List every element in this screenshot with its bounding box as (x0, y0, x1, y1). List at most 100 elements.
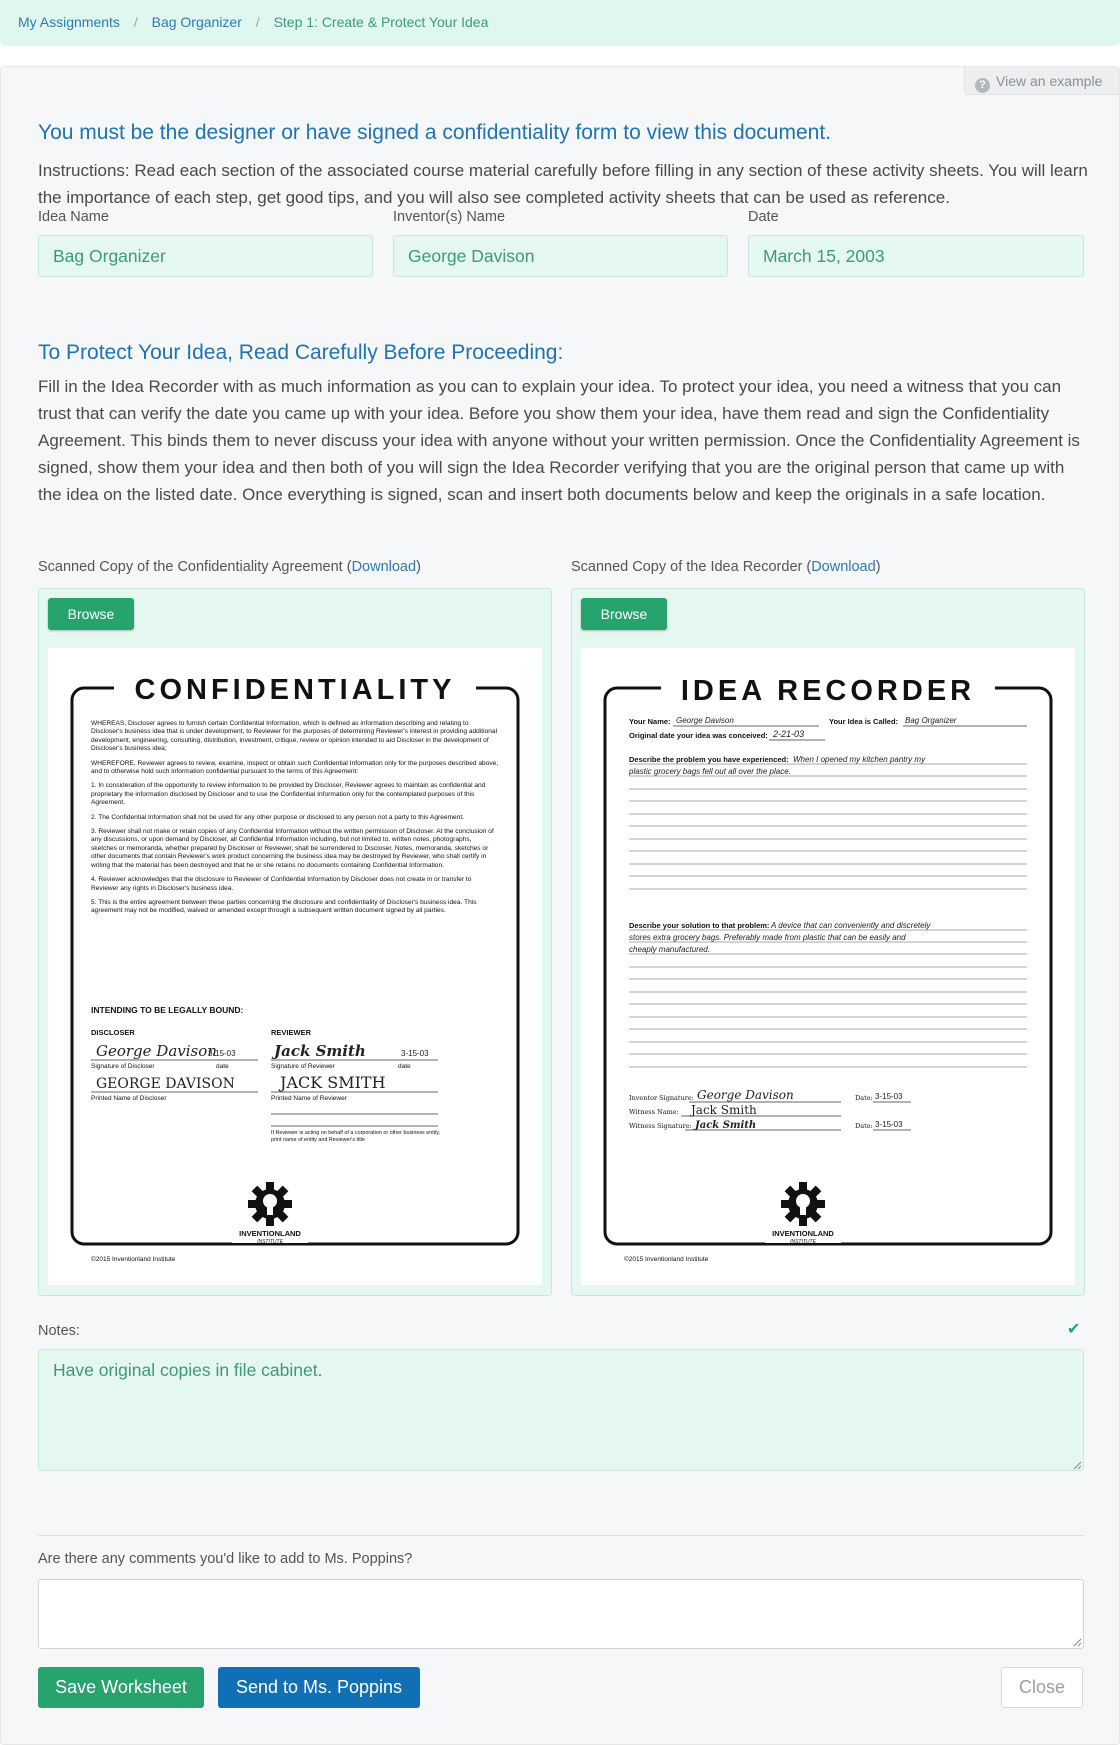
doc-paragraph: WHEREFORE, Reviewer agrees to review, ex… (91, 759, 499, 776)
recorder-browse-button[interactable]: Browse (581, 598, 667, 630)
inventor-name-field[interactable]: George Davison (393, 235, 728, 277)
handwritten-inventor-signature: George Davison (697, 1088, 794, 1102)
doc-footer: ©2015 Inventionland Institute (624, 1255, 709, 1263)
date-label: Date (748, 209, 779, 225)
handwritten-date: 3-15-03 (401, 1049, 429, 1058)
doc-logo-text: INVENTIONLAND (239, 1229, 301, 1238)
doc-paragraph: 3. Reviewer shall not make or retain cop… (91, 828, 494, 869)
confidentiality-scan-label: Scanned Copy of the Confidentiality Agre… (38, 559, 421, 575)
save-worksheet-button[interactable]: Save Worksheet (38, 1667, 204, 1708)
breadcrumb-bag-organizer[interactable]: Bag Organizer (152, 14, 242, 30)
section-divider (38, 1535, 1084, 1536)
protect-heading: To Protect Your Idea, Read Carefully Bef… (38, 341, 564, 364)
close-button[interactable]: Close (1001, 1667, 1083, 1708)
doc-solution-label: Describe your solution to that problem: (629, 921, 769, 930)
handwritten-date: 2-21-03 (772, 729, 804, 739)
doc-witness-name-label: Witness Name: (629, 1108, 679, 1116)
handwritten-problem: plastic grocery bags fell out all over t… (628, 767, 791, 776)
doc-discloser-heading: DISCLOSER (91, 1028, 135, 1037)
doc-idea-called: Your Idea is Called: (829, 717, 898, 726)
confidentiality-upload-box: Browse CONFIDENTIALITY WHEREAS, Disclose… (38, 588, 552, 1296)
doc-witness-sig-label: Witness Signature: (629, 1122, 692, 1130)
doc-printed-discloser: Printed Name of Discloser (91, 1095, 167, 1102)
idea-name-field[interactable]: Bag Organizer (38, 235, 373, 277)
confidentiality-download-link[interactable]: Download (352, 559, 417, 575)
breadcrumb-separator: / (133, 14, 138, 30)
view-example-link[interactable]: ? View an example (964, 67, 1119, 95)
handwritten-name: George Davison (676, 716, 734, 725)
protect-text: Fill in the Idea Recorder with as much i… (38, 377, 1080, 504)
doc-logo-sub: INSTITUTE (790, 1239, 816, 1245)
handwritten-solution: stores extra grocery bags. Preferably ma… (629, 933, 906, 942)
question-icon: ? (975, 78, 990, 93)
doc-intending: INTENDING TO BE LEGALLY BOUND: (91, 1005, 244, 1015)
breadcrumb: My Assignments / Bag Organizer / Step 1:… (0, 0, 1120, 46)
doc-date-label: date (398, 1063, 411, 1070)
doc-reviewer-heading: REVIEWER (271, 1028, 312, 1037)
page-heading: You must be the designer or have signed … (38, 121, 832, 144)
doc-printed-reviewer: Printed Name of Reviewer (271, 1095, 348, 1102)
notes-label: Notes: (38, 1323, 80, 1339)
handwritten-date: 3-15-03 (875, 1120, 903, 1129)
check-icon: ✔ (1067, 1321, 1081, 1338)
confidentiality-browse-button[interactable]: Browse (48, 598, 134, 630)
doc-inventor-sig-label: Inventor Signature: (629, 1094, 694, 1102)
label-close-paren: ) (416, 559, 421, 575)
idea-name-label: Idea Name (38, 209, 109, 225)
doc-date-label: date (216, 1063, 229, 1070)
handwritten-witness-signature: Jack Smith (693, 1120, 756, 1131)
doc-date-label: Date: (855, 1122, 873, 1130)
doc-paragraph: 2. The Confidential Information shall no… (91, 813, 465, 821)
breadcrumb-my-assignments[interactable]: My Assignments (18, 14, 120, 30)
breadcrumb-current: Step 1: Create & Protect Your Idea (273, 14, 489, 30)
doc-title: CONFIDENTIALITY (135, 674, 456, 706)
handwritten-discloser-name: GEORGE DAVISON (96, 1076, 235, 1092)
recorder-upload-box: Browse IDEA RECORDER Your Name: George D… (571, 588, 1085, 1296)
gear-logo-icon (248, 1182, 292, 1226)
resize-grip-icon[interactable] (1072, 1460, 1082, 1470)
notes-textarea[interactable]: Have original copies in file cabinet. (38, 1349, 1084, 1471)
handwritten-date: 3-15-03 (875, 1092, 903, 1101)
doc-your-name: Your Name: (629, 717, 671, 726)
handwritten-solution: cheaply manufactured. (629, 945, 710, 954)
doc-logo-text: INVENTIONLAND (772, 1229, 834, 1238)
handwritten-witness-name: Jack Smith (689, 1103, 757, 1117)
handwritten-problem: When I opened my kitchen pantry my (793, 755, 926, 764)
recorder-document-image: IDEA RECORDER Your Name: George Davison … (581, 648, 1075, 1285)
doc-original-date: Original date your idea was conceived: (629, 731, 768, 740)
doc-sig-reviewer-label: Signature of Reviewer (271, 1063, 336, 1070)
breadcrumb-separator: / (255, 14, 260, 30)
doc-problem-label: Describe the problem you have experience… (629, 755, 789, 764)
doc-logo-sub: INSTITUTE (257, 1239, 283, 1245)
recorder-download-link[interactable]: Download (811, 559, 876, 575)
doc-sig-discloser-label: Signature of Discloser (91, 1063, 155, 1070)
label-close-paren: ) (875, 559, 881, 575)
view-example-label: View an example (996, 73, 1103, 89)
doc-entity-note: If Reviewer is acting on behalf of a cor… (271, 1130, 441, 1143)
doc-paragraph: 1. In consideration of the opportunity t… (91, 782, 486, 807)
resize-grip-icon[interactable] (1072, 1637, 1082, 1647)
instructions-text: Instructions: Read each section of the a… (38, 161, 1088, 207)
confidentiality-document-image: CONFIDENTIALITY WHEREAS, Discloser agree… (48, 648, 542, 1285)
handwritten-discloser-signature: George Davison (96, 1042, 217, 1060)
handwritten-reviewer-signature: Jack Smith (271, 1042, 366, 1060)
comment-textarea[interactable] (38, 1579, 1084, 1649)
doc-date-label: Date: (855, 1094, 873, 1102)
handwritten-date: 3-15-03 (208, 1049, 236, 1058)
confidentiality-label-text: Scanned Copy of the Confidentiality Agre… (38, 559, 352, 575)
date-field[interactable]: March 15, 2003 (748, 235, 1084, 277)
recorder-label-text: Scanned Copy of the Idea Recorder ( (571, 559, 812, 575)
inventor-name-label: Inventor(s) Name (393, 209, 506, 225)
doc-title: IDEA RECORDER (681, 675, 975, 707)
gear-logo-icon (781, 1182, 825, 1226)
ruled-lines (629, 763, 1027, 1068)
handwritten-solution: A device that can conveniently and discr… (770, 921, 931, 930)
worksheet-card: ? View an example You must be the designe… (0, 66, 1120, 1745)
doc-paragraph: 5. This is the entire agreement between … (91, 898, 477, 915)
recorder-scan-label: Scanned Copy of the Idea Recorder (Downl… (571, 559, 881, 575)
handwritten-idea: Bag Organizer (905, 716, 957, 725)
comment-question-label: Are there any comments you'd like to add… (38, 1551, 413, 1567)
send-button[interactable]: Send to Ms. Poppins (218, 1667, 420, 1708)
doc-footer: ©2015 Inventionland Institute (91, 1255, 176, 1263)
handwritten-reviewer-name: JACK SMITH (278, 1073, 386, 1092)
